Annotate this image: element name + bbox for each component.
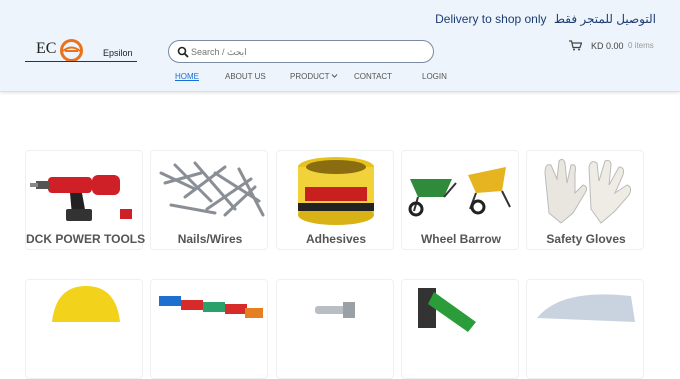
helmet-image <box>52 286 120 322</box>
bolts-image <box>315 302 355 318</box>
category-tile-bolts[interactable] <box>276 279 394 379</box>
search-icon[interactable] <box>177 46 189 58</box>
category-tile-tape[interactable] <box>526 279 644 379</box>
gloves-image <box>544 158 632 224</box>
category-label: Safety Gloves <box>546 232 626 246</box>
category-tile-brushes[interactable] <box>150 279 268 379</box>
category-tile-garden-tools[interactable] <box>401 279 519 379</box>
search-input[interactable] <box>191 43 421 60</box>
cart-icon[interactable] <box>569 40 582 51</box>
power-drill-image <box>30 175 132 221</box>
main-nav: HOME ABOUT US PRODUCT CONTACT LOGIN <box>0 72 680 84</box>
cart-item-count: 0 items <box>628 41 654 50</box>
announcement-arabic: التوصيل للمتجر فقط <box>553 12 656 26</box>
announcement-text: Delivery to shop only <box>435 12 547 26</box>
wheel-barrow-image <box>408 167 511 217</box>
category-tile-wheel-barrow[interactable]: Wheel Barrow <box>401 150 519 250</box>
announcement-bar: Delivery to shop only التوصيل للمتجر فقط <box>435 12 656 26</box>
category-label: Nails/Wires <box>177 232 243 246</box>
brushes-image <box>159 296 263 318</box>
category-tile-adhesives[interactable]: Adhesives <box>276 150 394 250</box>
tape-image <box>537 294 635 322</box>
category-tile-safety-gloves[interactable]: Safety Gloves <box>526 150 644 250</box>
category-label: DCK POWER TOOLS <box>26 232 146 246</box>
category-label: Adhesives <box>305 232 367 246</box>
site-logo[interactable]: EC Epsilon <box>25 38 137 66</box>
category-label: Wheel Barrow <box>420 232 501 246</box>
nav-product[interactable]: PRODUCT <box>290 72 330 81</box>
nails-image <box>159 161 265 217</box>
site-header: Delivery to shop only التوصيل للمتجر فقط… <box>0 0 680 92</box>
adhesive-can-image <box>298 157 374 225</box>
logo-ring-icon <box>60 39 83 62</box>
garden-tool-image <box>418 288 476 332</box>
cart-amount: KD 0.00 <box>591 41 624 51</box>
category-tile-nails-wires[interactable]: Nails/Wires <box>150 150 268 250</box>
logo-mark: EC <box>36 40 57 57</box>
nav-about-us[interactable]: ABOUT US <box>225 72 266 81</box>
nav-login[interactable]: LOGIN <box>422 72 447 81</box>
logo-name: Epsilon <box>103 48 133 58</box>
chevron-down-icon[interactable] <box>331 73 338 79</box>
category-tile-helmets[interactable] <box>25 279 143 379</box>
nav-home[interactable]: HOME <box>175 72 199 81</box>
category-tile-power-tools[interactable]: DCK POWER TOOLS <box>25 150 146 250</box>
logo-underline <box>25 61 137 62</box>
search-bar[interactable] <box>168 40 434 63</box>
nav-contact[interactable]: CONTACT <box>354 72 392 81</box>
